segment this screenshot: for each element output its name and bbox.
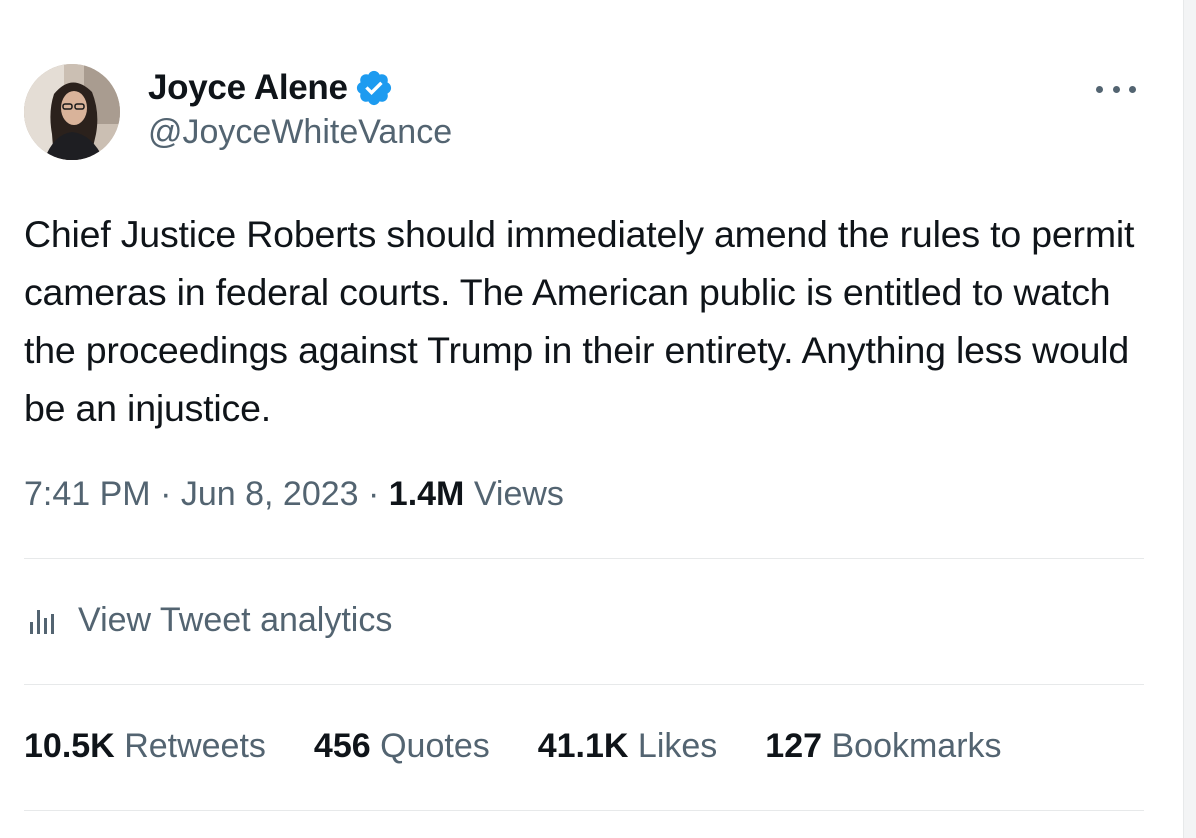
author-block: Joyce Alene @JoyceWhiteVance [148,66,452,152]
avatar-photo-icon [24,64,120,160]
tweet-detail-page: Joyce Alene @JoyceWhiteVance Chief Justi… [0,0,1196,838]
more-dot [1112,85,1120,93]
meta-separator: · [160,475,172,513]
bar-chart-icon [24,600,64,640]
scrollbar-track[interactable] [1183,0,1196,838]
views-label: Views [473,475,564,513]
stat-label: Quotes [380,727,490,765]
divider [24,558,1144,559]
divider [24,810,1144,811]
more-dot [1096,85,1103,93]
view-tweet-analytics-link[interactable]: View Tweet analytics [24,600,392,640]
stat-label: Bookmarks [831,727,1002,765]
quotes-stat[interactable]: 456 Quotes [314,727,490,766]
more-options-icon[interactable] [1096,78,1136,100]
avatar[interactable] [24,64,120,160]
stat-count: 10.5K [24,727,115,765]
engagement-stats: 10.5K Retweets 456 Quotes 41.1K Likes 12… [24,727,1050,766]
tweet-time[interactable]: 7:41 PM [24,475,151,513]
likes-stat[interactable]: 41.1K Likes [538,727,718,766]
divider [24,684,1144,685]
views-count: 1.4M [388,475,465,513]
tweet-meta: 7:41 PM · Jun 8, 2023 · 1.4M Views [24,475,564,514]
stat-count: 456 [313,727,371,765]
author-name-row: Joyce Alene [148,66,452,110]
author-display-name[interactable]: Joyce Alene [148,68,348,108]
meta-separator: · [368,475,380,513]
verified-badge-icon[interactable] [354,68,394,108]
analytics-label: View Tweet analytics [78,600,393,639]
tweet-date[interactable]: Jun 8, 2023 [181,475,359,513]
more-dot [1129,85,1136,93]
retweets-stat[interactable]: 10.5K Retweets [24,727,266,766]
author-handle[interactable]: @JoyceWhiteVance [148,113,452,152]
tweet-text: Chief Justice Roberts should immediately… [24,213,1135,429]
stat-count: 41.1K [537,727,629,765]
stat-count: 127 [765,727,823,765]
stat-label: Likes [637,727,718,765]
bookmarks-stat[interactable]: 127 Bookmarks [765,727,1001,766]
stat-label: Retweets [124,727,266,765]
